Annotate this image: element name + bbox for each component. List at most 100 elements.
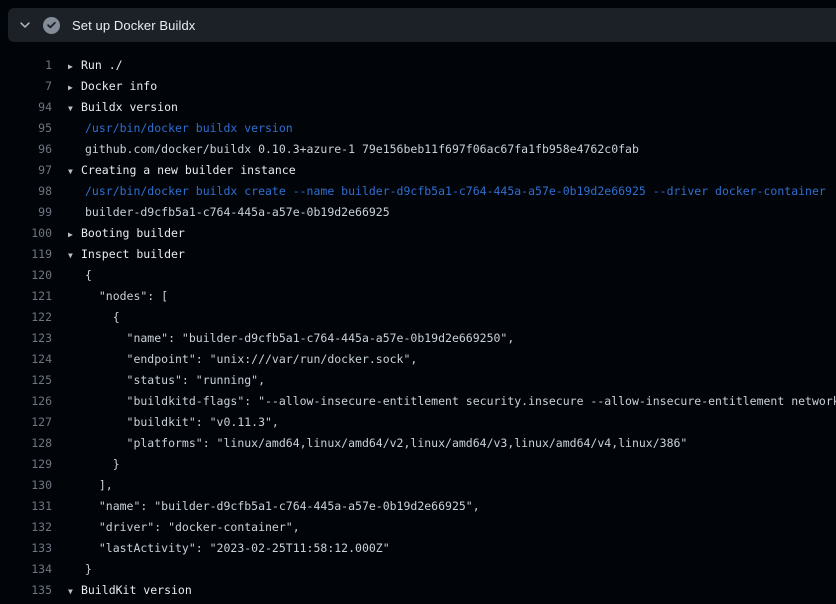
- line-content: github.com/docker/buildx 0.10.3+azure-1 …: [52, 139, 836, 160]
- output-text: }: [85, 457, 120, 471]
- log-group-row[interactable]: 100▶Booting builder: [0, 223, 836, 244]
- line-number[interactable]: 130: [0, 475, 52, 496]
- log-line: 128 "platforms": "linux/amd64,linux/amd6…: [0, 433, 836, 454]
- group-label: Run ./: [81, 58, 123, 72]
- log-line: 99 builder-d9cfb5a1-c764-445a-a57e-0b19d2…: [0, 202, 836, 223]
- line-content: "name": "builder-d9cfb5a1-c764-445a-a57e…: [52, 328, 836, 349]
- line-number[interactable]: 121: [0, 286, 52, 307]
- line-content: ▶Docker info: [52, 76, 836, 97]
- line-content: "status": "running",: [52, 370, 836, 391]
- triangle-down-icon: ▼: [68, 98, 81, 118]
- line-number[interactable]: 100: [0, 223, 52, 244]
- output-text: "name": "builder-d9cfb5a1-c764-445a-a57e…: [85, 499, 480, 513]
- log-group-row[interactable]: 1▶Run ./: [0, 55, 836, 76]
- line-content: ▼Creating a new builder instance: [52, 160, 836, 181]
- line-number[interactable]: 127: [0, 412, 52, 433]
- line-number[interactable]: 95: [0, 118, 52, 139]
- log-group-row[interactable]: 97▼Creating a new builder instance: [0, 160, 836, 181]
- step-title: Set up Docker Buildx: [72, 18, 195, 33]
- group-label: BuildKit version: [81, 583, 192, 597]
- line-content: ▼Buildx version: [52, 97, 836, 118]
- line-number[interactable]: 122: [0, 307, 52, 328]
- line-number[interactable]: 128: [0, 433, 52, 454]
- output-text: {: [85, 268, 92, 282]
- line-number[interactable]: 134: [0, 559, 52, 580]
- triangle-down-icon: ▼: [68, 581, 81, 601]
- log-line: 132 "driver": "docker-container",: [0, 517, 836, 538]
- chevron-down-icon: [17, 17, 33, 33]
- group-label: Docker info: [81, 79, 157, 93]
- line-content: /usr/bin/docker buildx create --name bui…: [52, 181, 836, 202]
- line-content: ▼Inspect builder: [52, 244, 836, 265]
- group-label: Buildx version: [81, 100, 178, 114]
- line-content: "buildkit": "v0.11.3",: [52, 412, 836, 433]
- line-number[interactable]: 133: [0, 538, 52, 559]
- log-group-row[interactable]: 119▼Inspect builder: [0, 244, 836, 265]
- line-content: ],: [52, 475, 836, 496]
- line-number[interactable]: 123: [0, 328, 52, 349]
- output-text: "buildkitd-flags": "--allow-insecure-ent…: [85, 394, 836, 408]
- output-text: "buildkit": "v0.11.3",: [85, 415, 279, 429]
- log-group-row[interactable]: 7▶Docker info: [0, 76, 836, 97]
- log-line: 130 ],: [0, 475, 836, 496]
- line-content: "buildkitd-flags": "--allow-insecure-ent…: [52, 391, 836, 412]
- group-label: Inspect builder: [81, 247, 185, 261]
- line-number[interactable]: 94: [0, 97, 52, 118]
- line-content: "driver": "docker-container",: [52, 517, 836, 538]
- log-group-row[interactable]: 135▼BuildKit version: [0, 580, 836, 601]
- line-content: ▼BuildKit version: [52, 580, 836, 601]
- log-line: 125 "status": "running",: [0, 370, 836, 391]
- line-number[interactable]: 132: [0, 517, 52, 538]
- log-line: 127 "buildkit": "v0.11.3",: [0, 412, 836, 433]
- line-content: "platforms": "linux/amd64,linux/amd64/v2…: [52, 433, 836, 454]
- output-text: "endpoint": "unix:///var/run/docker.sock…: [85, 352, 417, 366]
- line-number[interactable]: 125: [0, 370, 52, 391]
- output-text: }: [85, 562, 92, 576]
- line-number[interactable]: 98: [0, 181, 52, 202]
- log-line: 98/usr/bin/docker buildx create --name b…: [0, 181, 836, 202]
- output-text: github.com/docker/buildx 0.10.3+azure-1 …: [85, 142, 639, 156]
- triangle-right-icon: ▶: [68, 56, 81, 76]
- line-content: "nodes": [: [52, 286, 836, 307]
- line-number[interactable]: 119: [0, 244, 52, 265]
- log-lines: 1▶Run ./7▶Docker info94▼Buildx version95…: [0, 42, 836, 604]
- group-label: Creating a new builder instance: [81, 163, 296, 177]
- log-line: 121 "nodes": [: [0, 286, 836, 307]
- line-number[interactable]: 120: [0, 265, 52, 286]
- line-content: {: [52, 307, 836, 328]
- output-text: ],: [85, 478, 113, 492]
- line-number[interactable]: 126: [0, 391, 52, 412]
- line-content: }: [52, 454, 836, 475]
- log-line: 122 {: [0, 307, 836, 328]
- log-group-row[interactable]: 94▼Buildx version: [0, 97, 836, 118]
- line-content: "lastActivity": "2023-02-25T11:58:12.000…: [52, 538, 836, 559]
- line-content: /usr/bin/docker buildx version: [52, 118, 836, 139]
- line-number[interactable]: 96: [0, 139, 52, 160]
- output-text: "name": "builder-d9cfb5a1-c764-445a-a57e…: [85, 331, 514, 345]
- step-header[interactable]: Set up Docker Buildx: [8, 8, 836, 42]
- command-text: /usr/bin/docker buildx create --name bui…: [85, 184, 826, 198]
- check-circle-icon: [43, 17, 60, 34]
- line-number[interactable]: 135: [0, 580, 52, 601]
- log-line: 96 github.com/docker/buildx 0.10.3+azure-…: [0, 139, 836, 160]
- log-line: 95/usr/bin/docker buildx version: [0, 118, 836, 139]
- line-number[interactable]: 1: [0, 55, 52, 76]
- line-number[interactable]: 131: [0, 496, 52, 517]
- line-number[interactable]: 99: [0, 202, 52, 223]
- line-number[interactable]: 7: [0, 76, 52, 97]
- line-content: ▶Run ./: [52, 55, 836, 76]
- output-text: "lastActivity": "2023-02-25T11:58:12.000…: [85, 541, 390, 555]
- log-line: 129 }: [0, 454, 836, 475]
- output-text: builder-d9cfb5a1-c764-445a-a57e-0b19d2e6…: [85, 205, 390, 219]
- output-text: "status": "running",: [85, 373, 265, 387]
- log-line: 124 "endpoint": "unix:///var/run/docker.…: [0, 349, 836, 370]
- triangle-down-icon: ▼: [68, 245, 81, 265]
- output-text: {: [85, 310, 120, 324]
- output-text: "platforms": "linux/amd64,linux/amd64/v2…: [85, 436, 687, 450]
- line-content: ▶Booting builder: [52, 223, 836, 244]
- line-number[interactable]: 97: [0, 160, 52, 181]
- group-label: Booting builder: [81, 226, 185, 240]
- line-number[interactable]: 124: [0, 349, 52, 370]
- triangle-right-icon: ▶: [68, 224, 81, 244]
- line-number[interactable]: 129: [0, 454, 52, 475]
